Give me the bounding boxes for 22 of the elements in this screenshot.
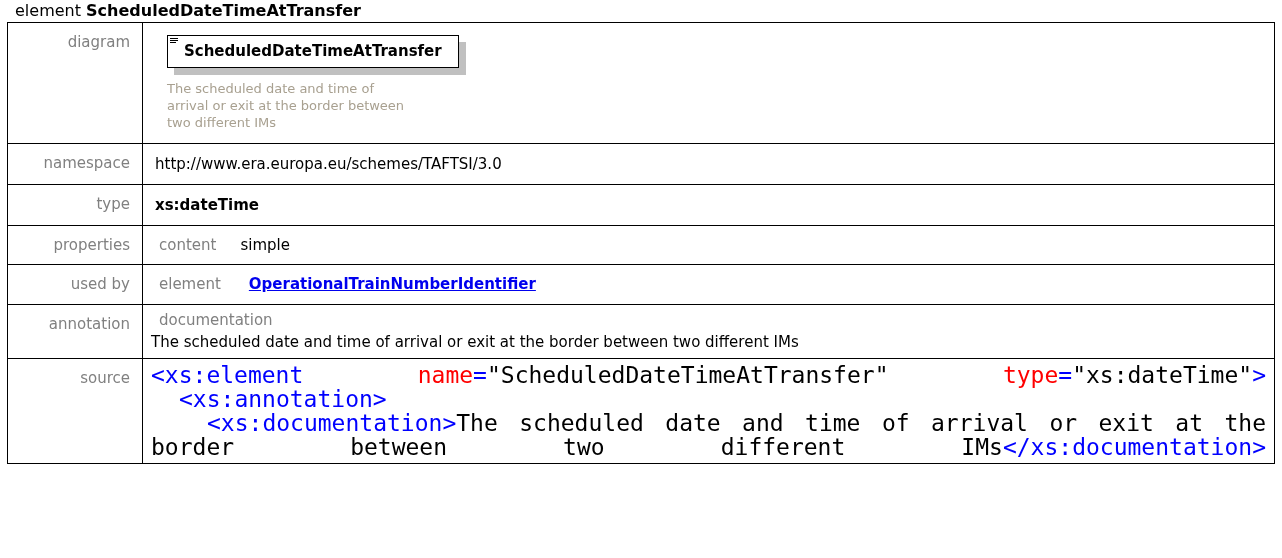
namespace-value: http://www.era.europa.eu/schemes/TAFTSI/3.0 (155, 154, 502, 173)
usage-kind: element (159, 274, 221, 295)
property-key: content (159, 233, 217, 256)
row-label: type (96, 193, 130, 215)
row-label: namespace (43, 152, 130, 174)
list-lines-icon (170, 38, 178, 44)
row-label: diagram (67, 32, 130, 53)
source-line: <xs:element name="ScheduledDateTimeAtTransfer" type="xs:dateTime"> (151, 362, 1266, 387)
source-line: <xs:annotation> (178, 386, 388, 411)
property-value: simple (240, 234, 290, 256)
page-heading: element ScheduledDateTimeAtTransfer (15, 1, 361, 20)
row-label: annotation (48, 313, 130, 335)
source-line: <xs:documentation>The scheduled date and time of arrival or exit at the border between two different IMs</xs:documentation> (151, 410, 1266, 459)
element-link[interactable]: OperationalTrainNumberIdentifier (248, 273, 536, 296)
row-label: properties (53, 234, 130, 256)
documentation-text: The scheduled date and time of arrival or exit at the border between two different IMs (151, 332, 800, 353)
element-name: ScheduledDateTimeAtTransfer (184, 41, 442, 62)
documentation-label: documentation (158, 309, 274, 331)
row-label: used by (70, 274, 130, 295)
element-description: The scheduled date and time of arrival or exit at the border between two different IMs (167, 79, 406, 131)
type-value: xs:dateTime (155, 195, 259, 214)
row-label: source (80, 367, 130, 389)
